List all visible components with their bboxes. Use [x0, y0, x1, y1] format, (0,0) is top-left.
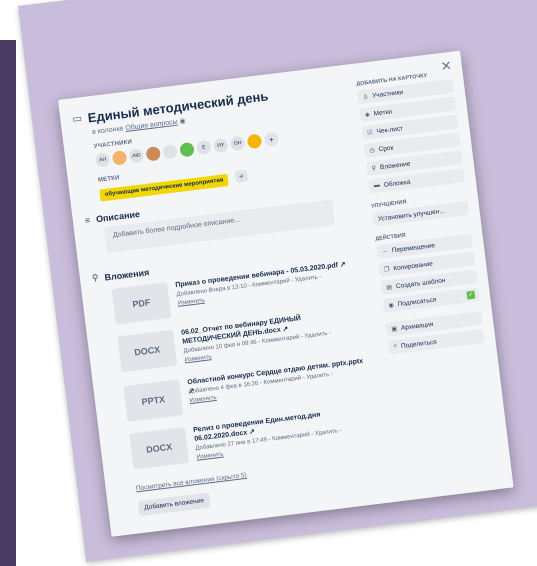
- avatar[interactable]: [179, 141, 195, 158]
- avatar[interactable]: ИУ: [212, 137, 229, 154]
- description-input[interactable]: Добавить более подробное описание...: [103, 199, 336, 254]
- avatar[interactable]: ОН: [229, 135, 246, 152]
- list-link[interactable]: Общие вопросы: [125, 119, 178, 132]
- attachments-header: ⚲ Вложения: [91, 266, 150, 284]
- add-member-button[interactable]: +: [263, 131, 280, 148]
- cover-icon: ▬: [373, 182, 381, 190]
- avatar[interactable]: АН: [94, 152, 111, 168]
- template-icon: ▤: [385, 284, 393, 291]
- attachment-thumbnail[interactable]: PDF: [111, 282, 172, 325]
- avatar[interactable]: [111, 150, 128, 166]
- eye-icon: ◉: [179, 117, 187, 126]
- avatar[interactable]: Е: [196, 139, 212, 156]
- attachment-thumbnail[interactable]: DOCX: [129, 426, 190, 470]
- card-details-dialog: ✕ ▭ Единый методический день в колонке О…: [58, 50, 514, 537]
- clock-icon: ◷: [369, 147, 376, 154]
- avatar[interactable]: [246, 133, 263, 150]
- show-all-attachments-link[interactable]: Посмотреть все вложения (скрыто 5): [136, 472, 248, 493]
- avatar[interactable]: [162, 143, 178, 160]
- user-icon: ♙: [362, 93, 369, 101]
- avatar[interactable]: АЮ: [128, 148, 145, 164]
- description-icon: ≡: [84, 215, 91, 226]
- paperclip-icon: ⚲: [91, 272, 100, 284]
- add-attachment-button[interactable]: Добавить вложение: [137, 492, 211, 517]
- checklist-icon: ☑: [366, 129, 374, 137]
- archive-icon: ▣: [391, 325, 398, 333]
- paperclip-icon: ⚲: [371, 165, 377, 172]
- labels-section: МЕТКИ обучающие методические мероприятия…: [98, 160, 249, 202]
- add-label-button[interactable]: +: [234, 169, 249, 183]
- card-icon: ▭: [71, 113, 83, 126]
- background-strip: [0, 40, 16, 566]
- avatar[interactable]: [145, 145, 162, 162]
- arrow-right-icon: →: [381, 247, 389, 255]
- tag-icon: ◈: [364, 111, 371, 119]
- attachment-thumbnail[interactable]: DOCX: [117, 329, 178, 373]
- copy-icon: ❐: [383, 266, 390, 273]
- check-icon: ✓: [466, 290, 476, 300]
- share-icon: <: [393, 343, 398, 350]
- attachment-thumbnail[interactable]: PPTX: [123, 379, 184, 422]
- eye-icon: ◉: [388, 302, 395, 309]
- card-sidebar: ДОБАВИТЬ НА КАРТОЧКУ ♙ Участники ◈ Метки ☑…: [356, 70, 485, 359]
